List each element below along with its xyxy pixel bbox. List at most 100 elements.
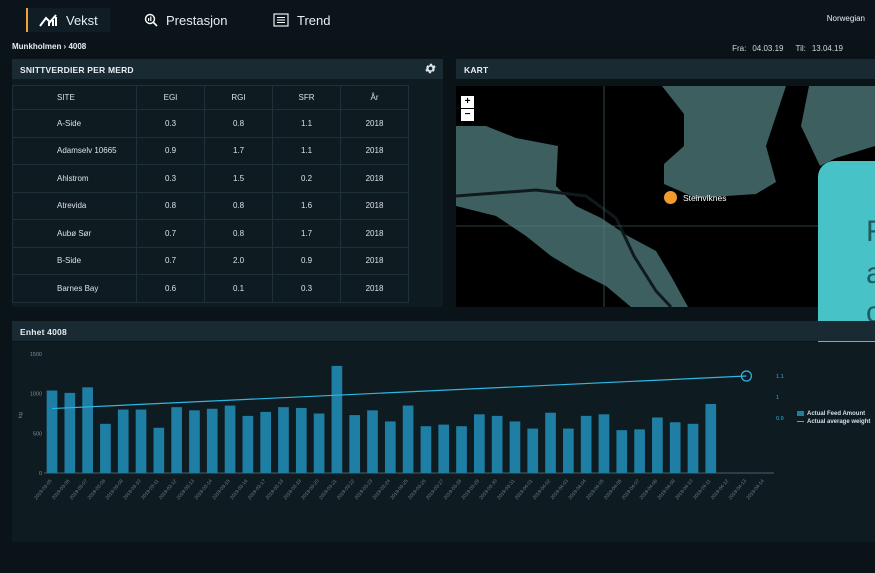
to-date[interactable]: 13.04.19	[812, 44, 843, 53]
bar	[402, 405, 414, 473]
sfr-cell: 1.7	[272, 219, 341, 248]
bar	[687, 423, 699, 473]
legend-item[interactable]: Actual Feed Amount	[797, 410, 870, 418]
tab-vekst[interactable]: Vekst	[26, 8, 110, 32]
column-header[interactable]: SFR	[272, 85, 341, 110]
table-row[interactable]: B-Side 0.7 2.0 0.9 2018	[12, 246, 409, 275]
bar	[438, 424, 450, 473]
bar	[384, 421, 396, 473]
bar	[153, 427, 165, 473]
sfr-cell: 0.2	[272, 164, 341, 193]
bar	[705, 403, 717, 473]
bar	[669, 422, 681, 473]
legend-item[interactable]: Actual average weight	[797, 418, 870, 426]
y2-tick-label: 1.1	[776, 374, 784, 380]
land-mass	[456, 206, 631, 307]
table-row[interactable]: Atrevida 0.8 0.8 1.6 2018	[12, 191, 409, 220]
weight-line	[51, 375, 747, 410]
column-header[interactable]: RGI	[204, 85, 273, 110]
bar	[295, 407, 307, 473]
feed-chart: 050010001500kg2019-03-052019-03-062019-0…	[18, 352, 784, 501]
chart-legend: Actual Feed Amount Actual average weight	[797, 410, 870, 426]
table-row[interactable]: Adamselv 10665 0.9 1.7 1.1 2018	[12, 136, 409, 165]
bar	[456, 426, 467, 473]
egi-cell: 0.9	[136, 136, 205, 165]
table-row[interactable]: Aubø Sør 0.7 0.8 1.7 2018	[12, 219, 409, 248]
bar-swatch	[797, 410, 804, 416]
egi-cell: 0.8	[136, 191, 205, 220]
bar	[278, 407, 289, 473]
from-date[interactable]: 04.03.19	[752, 44, 783, 53]
x-tick-label: 2019-03-11	[140, 478, 160, 501]
rgi-cell: 0.8	[204, 109, 273, 138]
rgi-cell: 2.0	[204, 246, 273, 275]
magnifier-chart-icon	[144, 13, 158, 27]
site-cell: B-Side	[12, 246, 137, 275]
bar	[616, 430, 628, 473]
bar	[509, 421, 521, 473]
year-cell: 2018	[340, 219, 409, 248]
bar	[189, 410, 200, 473]
bar	[563, 428, 574, 473]
year-cell: 2018	[340, 136, 409, 165]
x-tick-label: 2019-04-11	[692, 478, 712, 501]
bar	[117, 409, 129, 473]
bar	[527, 428, 539, 473]
tab-label: Trend	[297, 12, 331, 28]
year-cell: 2018	[340, 246, 409, 275]
egi-cell: 0.6	[136, 274, 205, 303]
legend-label: Actual Feed Amount	[807, 411, 866, 417]
y-tick-label: 500	[33, 431, 42, 437]
y-tick-label: 1000	[30, 392, 42, 398]
site-cell: Barnes Bay	[12, 274, 137, 303]
zoom-in-button[interactable]: +	[461, 96, 474, 108]
rgi-cell: 0.8	[204, 219, 273, 248]
tab-trend[interactable]: Trend	[273, 8, 330, 32]
bar	[634, 429, 645, 473]
y-tick-label: 0	[39, 471, 42, 477]
sfr-cell: 0.3	[272, 274, 341, 303]
year-cell: 2018	[340, 164, 409, 193]
bar	[206, 408, 218, 473]
sfr-cell: 1.6	[272, 191, 341, 220]
y-axis-label: kg	[18, 412, 24, 418]
bar	[367, 410, 378, 473]
bar	[598, 414, 610, 473]
language-selector[interactable]: Norwegian	[827, 14, 865, 23]
sfr-cell: 1.1	[272, 136, 341, 165]
bar	[135, 409, 147, 473]
tab-label: Prestasjon	[166, 12, 228, 28]
egi-cell: 0.3	[136, 109, 205, 138]
map-marker[interactable]	[664, 191, 677, 204]
site-cell: Aubø Sør	[12, 219, 137, 248]
map-panel-header: KART	[456, 59, 875, 79]
line-swatch	[797, 420, 804, 422]
map-marker-label: Steinviknes	[683, 193, 727, 203]
list-icon	[273, 13, 289, 27]
chart-panel: 0 500 1000 1500 kg 2019-03-05 2019-03-06 2019-0…	[12, 342, 875, 542]
to-label: Til:	[795, 44, 806, 53]
bar	[349, 415, 361, 473]
bar	[100, 423, 111, 473]
egi-cell: 0.7	[136, 246, 205, 275]
year-cell: 2018	[340, 109, 409, 138]
column-header[interactable]: SITE	[12, 85, 137, 110]
egi-cell: 0.3	[136, 164, 205, 193]
table-row[interactable]: Barnes Bay 0.6 0.1 0.3 2018	[12, 274, 409, 303]
table-row[interactable]: A-Side 0.3 0.8 1.1 2018	[12, 109, 409, 138]
zoom-out-button[interactable]: −	[461, 109, 474, 121]
table-header-row: SITE EGI RGI SFR År	[12, 85, 409, 110]
column-header[interactable]: EGI	[136, 85, 205, 110]
tab-prestasjon[interactable]: Prestasjon	[144, 8, 227, 32]
bar	[224, 405, 236, 473]
table-row[interactable]: Ahlstrom 0.3 1.5 0.2 2018	[12, 164, 409, 193]
bar	[242, 415, 254, 473]
date-range[interactable]: Fra: 04.03.19 Til: 13.04.19	[732, 44, 843, 53]
column-header[interactable]: År	[340, 85, 409, 110]
tab-label: Vekst	[66, 12, 98, 28]
gear-icon[interactable]	[424, 62, 437, 75]
rgi-cell: 1.7	[204, 136, 273, 165]
x-tick-label: 2019-04-14	[745, 478, 766, 501]
legend-label: Actual average weight	[807, 419, 871, 425]
chart-panel-header: Enhet 4008	[12, 321, 875, 341]
